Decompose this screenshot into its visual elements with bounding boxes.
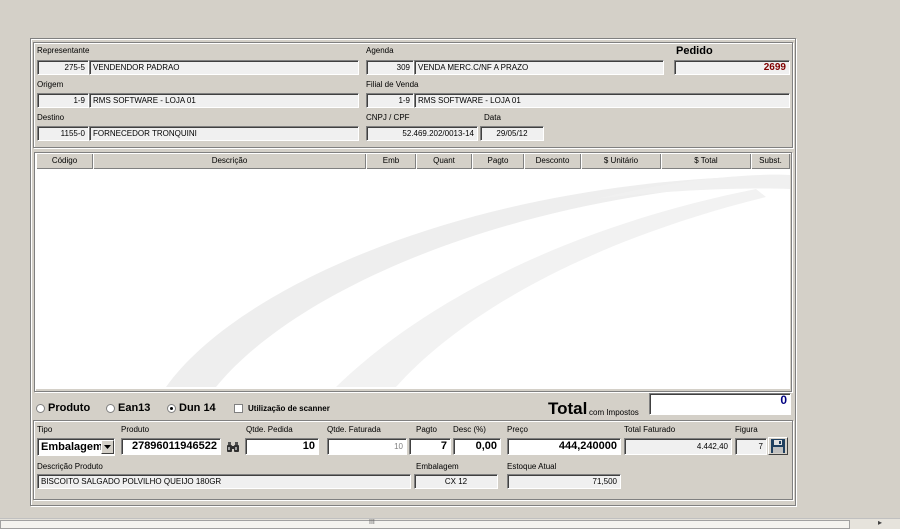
floppy-disk-icon — [771, 439, 785, 453]
col-unitario[interactable]: $ Unitário — [581, 154, 661, 169]
representante-label: Representante — [37, 46, 90, 55]
estoque-label: Estoque Atual — [507, 462, 557, 471]
pagto-label: Pagto — [416, 425, 437, 434]
pedido-field[interactable]: 2699 — [674, 60, 790, 75]
qtde-pedida-field[interactable]: 10 — [245, 438, 319, 455]
col-emb[interactable]: Emb — [366, 154, 416, 169]
radio-ean13[interactable] — [106, 404, 115, 413]
binoculars-icon — [227, 441, 239, 452]
filial-code-field[interactable]: 1-9 — [366, 93, 414, 108]
representante-code-field[interactable]: 275-5 — [37, 60, 89, 75]
radio-ean13-label[interactable]: Ean13 — [118, 402, 150, 414]
scanner-checkbox[interactable] — [234, 404, 243, 413]
col-subst[interactable]: Subst. — [751, 154, 790, 169]
filial-name-field[interactable]: RMS SOFTWARE - LOJA 01 — [414, 93, 790, 108]
total-label: Total — [548, 399, 588, 418]
estoque-field[interactable]: 71,500 — [507, 474, 621, 489]
radio-dun14-label[interactable]: Dun 14 — [179, 402, 216, 414]
col-codigo[interactable]: Código — [36, 154, 93, 169]
tipo-select-value: Embalagem — [41, 441, 103, 453]
origem-label: Origem — [37, 80, 64, 89]
origem-name-field[interactable]: RMS SOFTWARE - LOJA 01 — [89, 93, 359, 108]
figura-field[interactable]: 7 — [735, 438, 767, 455]
agenda-name-field[interactable]: VENDA MERC.C/NF A PRAZO — [414, 60, 664, 75]
produto-label: Produto — [121, 425, 150, 434]
scanner-checkbox-label[interactable]: Utilização de scanner — [248, 404, 330, 413]
cnpj-field[interactable]: 52.469.202/0013-14 — [366, 126, 478, 141]
search-product-button[interactable] — [224, 439, 242, 455]
agenda-label: Agenda — [366, 46, 394, 55]
total-sublabel: com Impostos — [589, 408, 639, 417]
scrollbar-thumb[interactable]: III — [0, 519, 850, 529]
col-pagto[interactable]: Pagto — [472, 154, 524, 169]
watermark-swoosh — [166, 174, 790, 387]
total-faturado-label: Total Faturado — [624, 425, 676, 434]
scrollbar-grip: III — [369, 519, 375, 526]
qtde-faturada-label: Qtde. Faturada — [327, 425, 381, 434]
chevron-down-icon — [104, 445, 111, 449]
save-figure-button[interactable] — [768, 437, 788, 455]
total-field[interactable]: 0 — [649, 393, 791, 415]
descricao-produto-label: Descrição Produto — [37, 462, 103, 471]
pedido-label: Pedido — [676, 45, 713, 57]
cnpj-label: CNPJ / CPF — [366, 113, 410, 122]
filial-label: Filial de Venda — [366, 80, 419, 89]
qtde-pedida-label: Qtde. Pedida — [246, 425, 293, 434]
radio-produto[interactable] — [36, 404, 45, 413]
agenda-code-field[interactable]: 309 — [366, 60, 414, 75]
horizontal-scrollbar[interactable]: III ▸ — [0, 518, 900, 529]
descricao-produto-field[interactable]: BISCOITO SALGADO POLVILHO QUEIJO 180GR — [37, 474, 411, 489]
qtde-faturada-field[interactable]: 10 — [327, 438, 407, 455]
desc-field[interactable]: 0,00 — [453, 438, 501, 455]
origem-code-field[interactable]: 1-9 — [37, 93, 89, 108]
representante-name-field[interactable]: VENDENDOR PADRAO — [89, 60, 359, 75]
col-desconto[interactable]: Desconto — [524, 154, 581, 169]
radio-produto-label[interactable]: Produto — [48, 402, 90, 414]
data-label: Data — [484, 113, 501, 122]
destino-name-field[interactable]: FORNECEDOR TRONQUINI — [89, 126, 359, 141]
pagto-field[interactable]: 7 — [409, 438, 451, 455]
desc-label: Desc (%) — [453, 425, 486, 434]
radio-dun14[interactable] — [167, 404, 176, 413]
total-faturado-field[interactable]: 4.442,40 — [624, 438, 732, 455]
col-descricao[interactable]: Descrição — [93, 154, 366, 169]
embalagem-field[interactable]: CX 12 — [414, 474, 498, 489]
embalagem-label: Embalagem — [416, 462, 459, 471]
preco-field[interactable]: 444,240000 — [507, 438, 621, 455]
col-total[interactable]: $ Total — [661, 154, 751, 169]
scroll-right-arrow-icon[interactable]: ▸ — [878, 518, 882, 527]
figura-label: Figura — [735, 425, 758, 434]
preco-label: Preço — [507, 425, 528, 434]
items-grid-header: Código Descrição Emb Quant Pagto Descont… — [36, 154, 790, 169]
tipo-dropdown-button[interactable] — [101, 440, 114, 454]
col-quant[interactable]: Quant — [416, 154, 472, 169]
destino-code-field[interactable]: 1155-0 — [37, 126, 89, 141]
tipo-label: Tipo — [37, 425, 53, 434]
produto-field[interactable]: 27896011946522 — [121, 438, 221, 455]
items-grid-body[interactable] — [36, 169, 790, 389]
data-field[interactable]: 29/05/12 — [480, 126, 544, 141]
destino-label: Destino — [37, 113, 65, 122]
